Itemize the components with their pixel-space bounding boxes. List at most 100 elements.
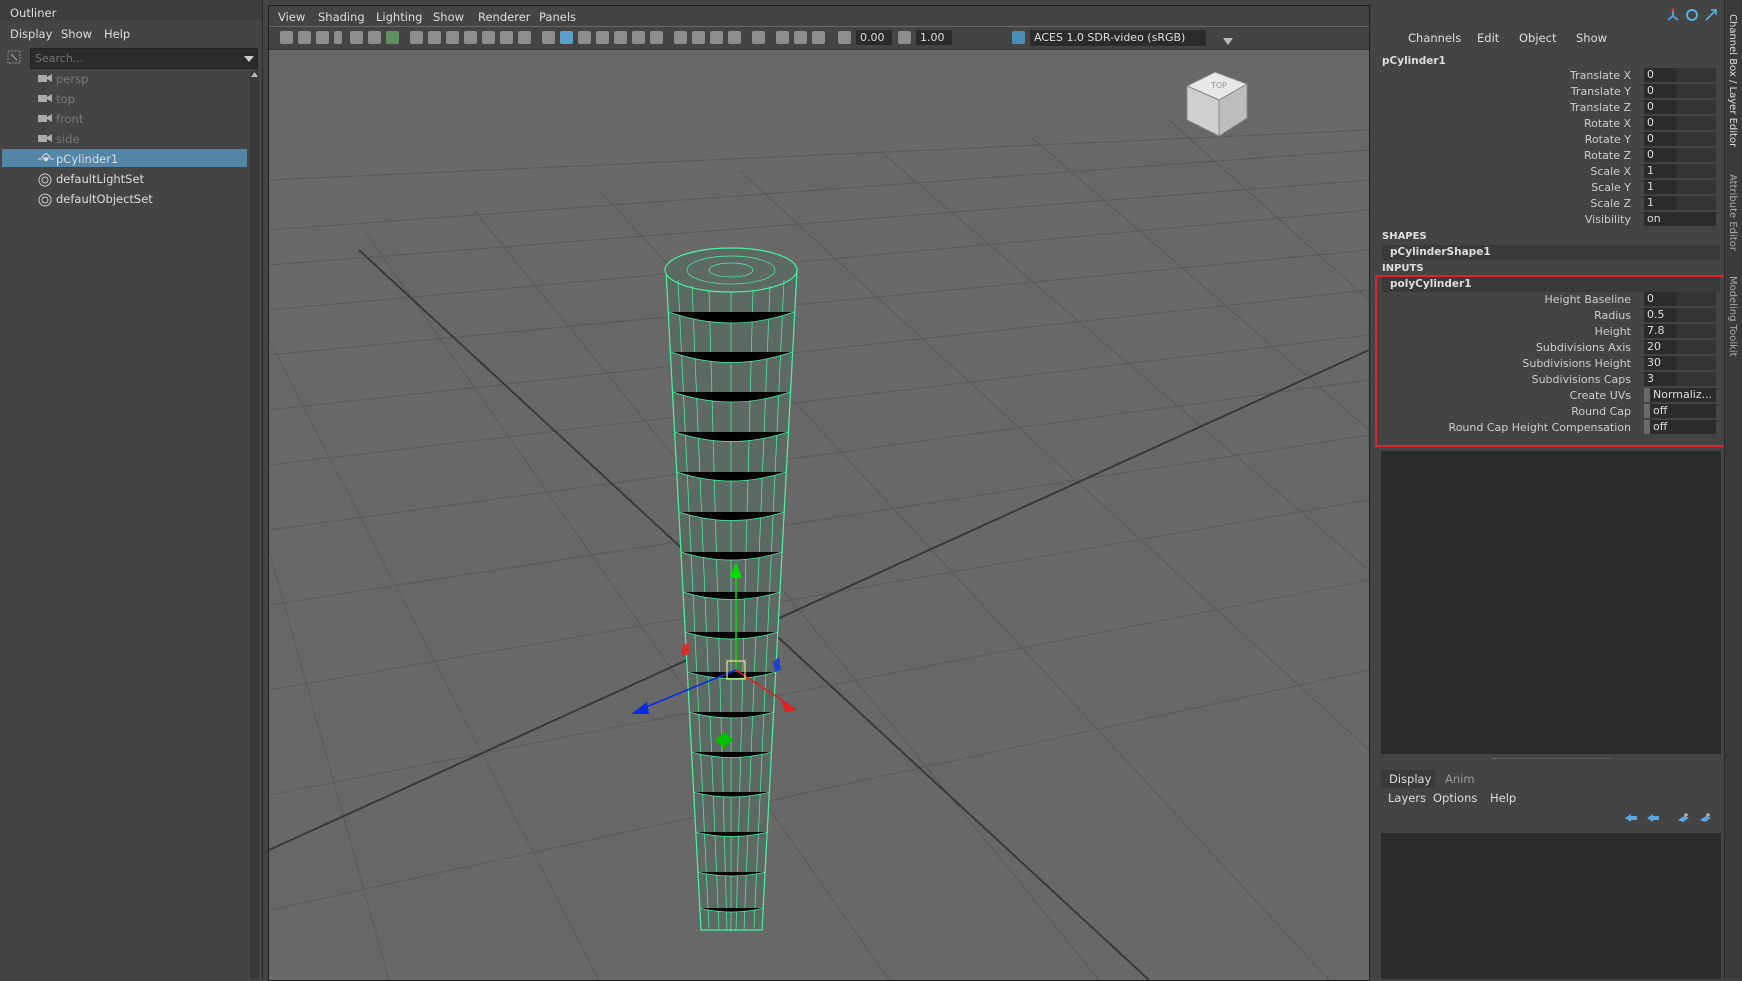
- bookmark-pin-icon[interactable]: [334, 31, 342, 44]
- attr-row-translate-z[interactable]: Translate Z 0: [1376, 99, 1724, 115]
- viewport-menu-show[interactable]: Show: [433, 10, 464, 24]
- outliner-menu-show[interactable]: Show: [61, 27, 92, 41]
- expand-icon[interactable]: [1704, 8, 1718, 25]
- xray-icon[interactable]: [776, 31, 789, 44]
- outliner-filter-icon[interactable]: [7, 50, 21, 67]
- anti-aliasing-icon[interactable]: [710, 31, 723, 44]
- attr-value-field[interactable]: 1: [1644, 180, 1716, 194]
- attr-value-field[interactable]: 0: [1644, 68, 1716, 82]
- shape-node[interactable]: pCylinderShape1: [1382, 245, 1720, 260]
- attr-row-visibility[interactable]: Visibility on: [1376, 211, 1724, 227]
- gamma-field[interactable]: 1.00: [916, 30, 952, 45]
- new-layer-from-selection-icon[interactable]: [1698, 812, 1712, 827]
- shadows-icon[interactable]: [650, 31, 663, 44]
- attr-row-translate-x[interactable]: Translate X 0: [1376, 67, 1724, 83]
- gamma-icon[interactable]: [898, 31, 911, 44]
- camera-attributes-icon[interactable]: [298, 31, 311, 44]
- cb-menu-channels[interactable]: Channels: [1408, 31, 1461, 45]
- sync-icon[interactable]: [1685, 8, 1699, 25]
- viewport-menu-view[interactable]: View: [278, 10, 305, 24]
- attr-row-rotate-z[interactable]: Rotate Z 0: [1376, 147, 1724, 163]
- motion-blur-icon[interactable]: [692, 31, 705, 44]
- tab-display[interactable]: Display: [1381, 770, 1435, 788]
- exposure-field[interactable]: 0.00: [856, 30, 892, 45]
- outliner-menu-display[interactable]: Display: [10, 27, 52, 41]
- outliner-item-top[interactable]: top: [2, 89, 247, 107]
- xray-joints-icon[interactable]: [812, 31, 825, 44]
- le-menu-options[interactable]: Options: [1433, 791, 1477, 805]
- depth-of-field-icon[interactable]: [728, 31, 741, 44]
- grease-pencil-icon[interactable]: [386, 31, 399, 44]
- move-layer-up-icon[interactable]: [1624, 812, 1638, 827]
- film-gate-icon[interactable]: [428, 31, 441, 44]
- new-layer-icon[interactable]: [1676, 812, 1690, 827]
- object-name[interactable]: pCylinder1: [1382, 55, 1446, 67]
- attr-value-field[interactable]: 0: [1644, 132, 1716, 146]
- outliner-item-persp[interactable]: persp: [2, 69, 247, 87]
- attr-value-field[interactable]: 0: [1644, 116, 1716, 130]
- attr-value-field[interactable]: 0: [1644, 84, 1716, 98]
- attr-value-field[interactable]: 1: [1644, 164, 1716, 178]
- layer-list[interactable]: [1381, 833, 1721, 979]
- image-plane-icon[interactable]: [350, 31, 363, 44]
- outliner-item-side[interactable]: side: [2, 129, 247, 147]
- grid-icon[interactable]: [410, 31, 423, 44]
- outliner-search-field[interactable]: [30, 48, 258, 69]
- le-menu-layers[interactable]: Layers: [1388, 791, 1426, 805]
- tab-modeling-toolkit[interactable]: Modeling Toolkit: [1727, 276, 1738, 357]
- viewport-menu-panels[interactable]: Panels: [539, 10, 576, 24]
- outliner-item-front[interactable]: front: [2, 109, 247, 127]
- exposure-icon[interactable]: [838, 31, 851, 44]
- search-input[interactable]: [31, 49, 257, 68]
- axis-display-icon[interactable]: [1666, 8, 1680, 25]
- viewport-scene[interactable]: TOP: [269, 50, 1369, 980]
- gate-mask-icon[interactable]: [464, 31, 477, 44]
- xray-active-icon[interactable]: [794, 31, 807, 44]
- safe-title-icon[interactable]: [518, 31, 531, 44]
- attr-row-rotate-x[interactable]: Rotate X 0: [1376, 115, 1724, 131]
- attr-row-rotate-y[interactable]: Rotate Y 0: [1376, 131, 1724, 147]
- smooth-shade-icon[interactable]: [560, 31, 573, 44]
- viewport-menu-lighting[interactable]: Lighting: [376, 10, 422, 24]
- outliner-item-defaultlightset[interactable]: defaultLightSet: [2, 169, 247, 187]
- bookmark-icon[interactable]: [316, 31, 329, 44]
- wireframe-on-shaded-icon[interactable]: [596, 31, 609, 44]
- lights-icon[interactable]: [632, 31, 645, 44]
- panel-splitter-handle[interactable]: [1492, 758, 1612, 762]
- wireframe-icon[interactable]: [542, 31, 555, 44]
- resolution-gate-icon[interactable]: [446, 31, 459, 44]
- cb-menu-object[interactable]: Object: [1519, 31, 1556, 45]
- default-material-icon[interactable]: [578, 31, 591, 44]
- select-camera-icon[interactable]: [280, 31, 293, 44]
- search-dropdown-icon[interactable]: [244, 53, 254, 66]
- field-chart-icon[interactable]: [482, 31, 495, 44]
- isolate-select-icon[interactable]: [752, 31, 765, 44]
- colorspace-dropdown[interactable]: ACES 1.0 SDR-video (sRGB): [1030, 30, 1206, 46]
- textured-icon[interactable]: [614, 31, 627, 44]
- viewport-menu-renderer[interactable]: Renderer: [478, 10, 531, 24]
- attr-value-field[interactable]: 0: [1644, 148, 1716, 162]
- viewport-panel[interactable]: View Shading Lighting Show Renderer Pane…: [268, 5, 1370, 981]
- viewport-menu-shading[interactable]: Shading: [318, 10, 365, 24]
- chevron-down-icon[interactable]: [1223, 35, 1233, 48]
- attr-row-scale-z[interactable]: Scale Z 1: [1376, 195, 1724, 211]
- le-menu-help[interactable]: Help: [1490, 791, 1516, 805]
- tab-anim[interactable]: Anim: [1439, 770, 1485, 788]
- attr-value-field[interactable]: 0: [1644, 100, 1716, 114]
- cb-menu-edit[interactable]: Edit: [1477, 31, 1499, 45]
- attr-row-scale-x[interactable]: Scale X 1: [1376, 163, 1724, 179]
- outliner-menu-help[interactable]: Help: [104, 27, 130, 41]
- safe-action-icon[interactable]: [500, 31, 513, 44]
- move-layer-down-icon[interactable]: [1646, 812, 1660, 827]
- 2d-pan-zoom-icon[interactable]: [368, 31, 381, 44]
- attr-value-field[interactable]: 1: [1644, 196, 1716, 210]
- attr-row-translate-y[interactable]: Translate Y 0: [1376, 83, 1724, 99]
- outliner-item-pcylinder1[interactable]: pCylinder1: [2, 149, 247, 167]
- tab-channel-box-layer-editor[interactable]: Channel Box / Layer Editor: [1727, 14, 1738, 147]
- attr-value-field[interactable]: on: [1644, 212, 1716, 226]
- attr-row-scale-y[interactable]: Scale Y 1: [1376, 179, 1724, 195]
- outliner-scrollbar[interactable]: [250, 70, 259, 979]
- cb-menu-show[interactable]: Show: [1576, 31, 1607, 45]
- color-management-icon[interactable]: [1012, 31, 1025, 44]
- tab-attribute-editor[interactable]: Attribute Editor: [1727, 174, 1738, 251]
